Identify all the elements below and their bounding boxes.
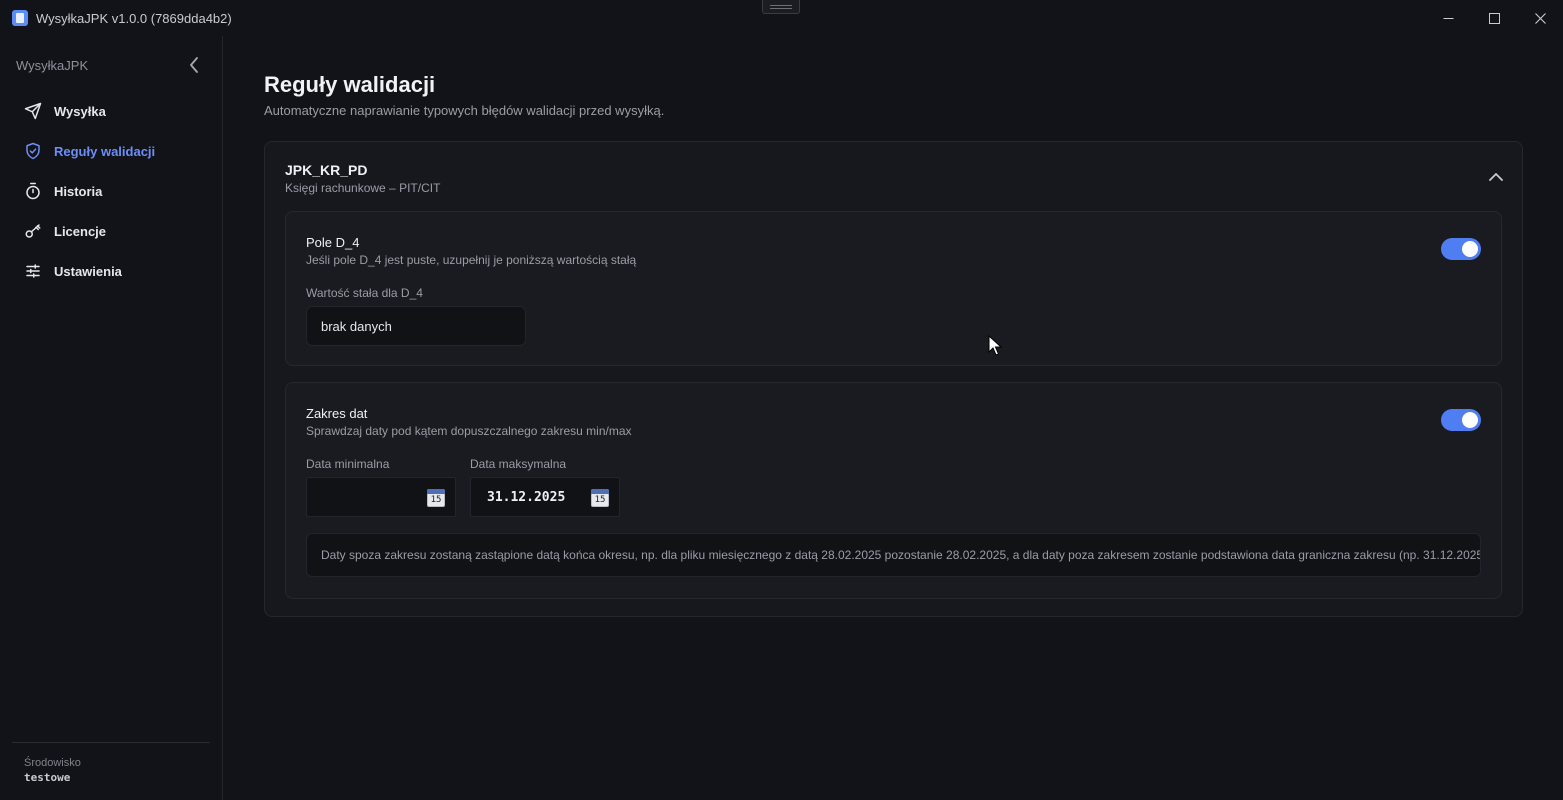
rule-description: Sprawdzaj daty pod kątem dopuszczalnego … bbox=[306, 424, 632, 438]
d4-value-text: brak danych bbox=[321, 318, 392, 334]
close-button[interactable] bbox=[1517, 0, 1563, 36]
chevron-left-icon bbox=[190, 57, 198, 73]
key-icon bbox=[24, 222, 42, 240]
minimize-icon bbox=[1443, 17, 1453, 19]
max-date-input[interactable]: 31.12.2025 15 bbox=[470, 477, 620, 517]
drag-handle-icon[interactable] bbox=[762, 0, 800, 14]
sliders-icon bbox=[24, 262, 42, 280]
rule-title: Zakres dat bbox=[306, 406, 368, 421]
chevron-up-icon bbox=[1489, 172, 1503, 181]
rule-title: Pole D_4 bbox=[306, 235, 360, 250]
sidebar-item-wysylka[interactable]: Wysyłka bbox=[0, 91, 222, 131]
calendar-day: 15 bbox=[430, 495, 442, 505]
maximize-button[interactable] bbox=[1471, 0, 1517, 36]
rule-toggle-pole-d4[interactable] bbox=[1441, 238, 1481, 260]
calendar-icon[interactable]: 15 bbox=[427, 489, 445, 507]
shield-check-icon bbox=[24, 142, 42, 160]
info-text: Daty spoza zakresu zostaną zastąpione da… bbox=[321, 548, 1481, 562]
toggle-knob bbox=[1462, 412, 1478, 428]
window-title: WysyłkaJPK v1.0.0 (7869dda4b2) bbox=[36, 11, 232, 26]
environment-value: testowe bbox=[24, 771, 71, 784]
sidebar-item-label: Ustawienia bbox=[54, 263, 122, 279]
collapse-group-button[interactable] bbox=[1486, 168, 1506, 184]
send-icon bbox=[24, 102, 42, 120]
title-bar[interactable]: WysyłkaJPK v1.0.0 (7869dda4b2) bbox=[0, 0, 1563, 36]
page-subtitle: Automatyczne naprawianie typowych błędów… bbox=[264, 103, 665, 118]
sidebar-divider bbox=[12, 742, 210, 743]
sidebar-item-licencje[interactable]: Licencje bbox=[0, 211, 222, 251]
min-date-input[interactable]: 15 bbox=[306, 477, 456, 517]
min-date-label: Data minimalna bbox=[306, 457, 390, 471]
max-date-value: 31.12.2025 bbox=[487, 489, 566, 505]
rule-group-jpk-kr-pd: JPK_KR_PD Księgi rachunkowe – PIT/CIT Po… bbox=[264, 141, 1523, 617]
date-range-info-box: Daty spoza zakresu zostaną zastąpione da… bbox=[306, 533, 1481, 577]
page-title: Reguły walidacji bbox=[264, 72, 436, 97]
sidebar-item-label: Licencje bbox=[54, 223, 107, 239]
collapse-sidebar-button[interactable] bbox=[183, 54, 205, 76]
rule-toggle-zakres-dat[interactable] bbox=[1441, 409, 1481, 431]
rule-card-zakres-dat: Zakres dat Sprawdzaj daty pod kątem dopu… bbox=[285, 382, 1502, 599]
sidebar-item-historia[interactable]: Historia bbox=[0, 171, 222, 211]
sidebar-item-label: Wysyłka bbox=[54, 103, 106, 119]
sidebar-item-label: Reguły walidacji bbox=[54, 143, 156, 159]
group-title: JPK_KR_PD bbox=[285, 162, 368, 178]
rule-card-pole-d4: Pole D_4 Jeśli pole D_4 jest puste, uzup… bbox=[285, 211, 1502, 366]
environment-label: Środowisko bbox=[24, 757, 81, 769]
rule-description: Jeśli pole D_4 jest puste, uzupełnij je … bbox=[306, 253, 637, 267]
sidebar-item-label: Historia bbox=[54, 183, 103, 199]
app-logo-icon bbox=[12, 10, 28, 26]
calendar-day: 15 bbox=[594, 495, 606, 505]
app-window: WysyłkaJPK v1.0.0 (7869dda4b2) WysyłkaJP… bbox=[0, 0, 1563, 800]
calendar-icon[interactable]: 15 bbox=[591, 489, 609, 507]
sidebar-item-reguly-walidacji[interactable]: Reguły walidacji bbox=[0, 131, 222, 171]
toggle-knob bbox=[1462, 241, 1478, 257]
sidebar-brand: WysyłkaJPK bbox=[16, 58, 89, 73]
maximize-icon bbox=[1488, 12, 1500, 24]
max-date-label: Data maksymalna bbox=[470, 457, 567, 471]
d4-value-input[interactable]: brak danych bbox=[306, 306, 526, 346]
d4-value-label: Wartość stała dla D_4 bbox=[306, 286, 423, 300]
main-content: Reguły walidacji Automatyczne naprawiani… bbox=[224, 36, 1563, 800]
minimize-button[interactable] bbox=[1425, 0, 1471, 36]
close-icon bbox=[1534, 12, 1546, 24]
timer-icon bbox=[24, 182, 42, 200]
group-subtitle: Księgi rachunkowe – PIT/CIT bbox=[285, 181, 441, 195]
mouse-cursor-icon bbox=[988, 335, 1002, 356]
sidebar-item-ustawienia[interactable]: Ustawienia bbox=[0, 251, 222, 291]
sidebar-nav: Wysyłka Reguły walidacji Historia Licenc… bbox=[0, 91, 222, 291]
sidebar: WysyłkaJPK Wysyłka Reguły walidacji Hist… bbox=[0, 36, 223, 800]
